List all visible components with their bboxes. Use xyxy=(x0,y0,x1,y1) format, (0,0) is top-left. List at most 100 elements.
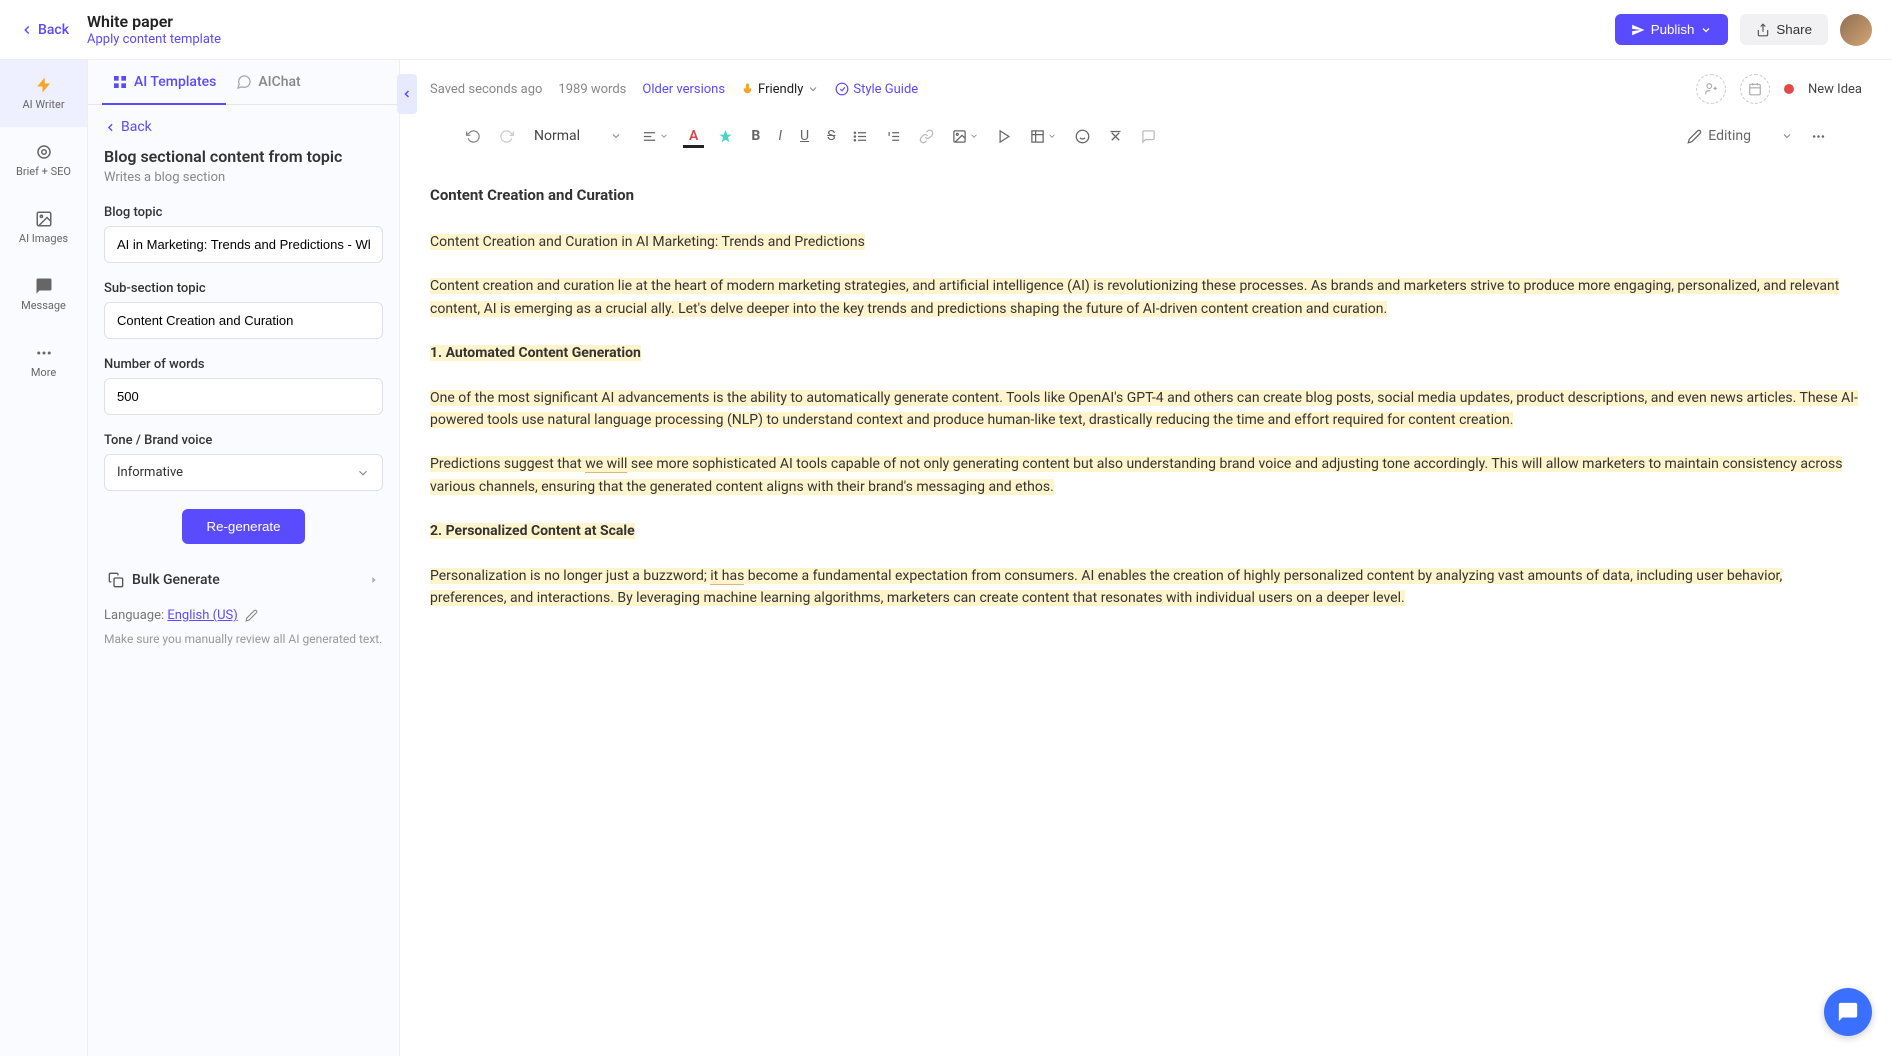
comment-icon xyxy=(1141,129,1156,144)
content-p4-post: see more sophisticated AI tools capable … xyxy=(430,456,1842,494)
dots-icon xyxy=(35,344,53,362)
table-icon xyxy=(1030,129,1045,144)
chat-bubble-button[interactable] xyxy=(1824,988,1872,1036)
tone-select[interactable]: Informative xyxy=(104,454,383,491)
chevron-left-icon xyxy=(20,23,34,37)
sub-section-input[interactable] xyxy=(104,302,383,339)
blog-topic-label: Blog topic xyxy=(104,205,383,220)
rail-label: Brief + SEO xyxy=(16,165,71,178)
add-user-button[interactable] xyxy=(1696,74,1726,104)
link-button[interactable] xyxy=(913,125,940,148)
editor-content[interactable]: Content Creation and Curation Content Cr… xyxy=(400,163,1892,1056)
blog-topic-input[interactable] xyxy=(104,226,383,263)
rail-ai-writer[interactable]: AI Writer xyxy=(0,60,87,127)
table-button[interactable] xyxy=(1024,125,1063,148)
italic-button[interactable]: I xyxy=(772,124,788,148)
editing-label: Editing xyxy=(1708,128,1751,144)
tab-ai-templates[interactable]: AI Templates xyxy=(102,60,226,104)
bold-button[interactable]: B xyxy=(745,124,766,148)
content-heading: Content Creation and Curation xyxy=(430,183,1862,207)
content-h2: 2. Personalized Content at Scale xyxy=(430,523,635,539)
tab-ai-chat[interactable]: AIChat xyxy=(226,60,310,104)
sidebar-back-label: Back xyxy=(121,119,152,135)
avatar[interactable] xyxy=(1840,14,1872,46)
underline-button[interactable]: U xyxy=(794,124,815,148)
align-button[interactable] xyxy=(636,125,675,148)
chevron-left-icon xyxy=(104,121,117,134)
bulk-generate-button[interactable]: Bulk Generate xyxy=(104,562,383,598)
text-color-button[interactable]: A xyxy=(681,124,706,148)
content-p1: Content Creation and Curation in AI Mark… xyxy=(430,234,865,250)
tab-label: AI Templates xyxy=(134,74,216,90)
content-p4-pre: Predictions suggest that xyxy=(430,456,585,472)
content-h1: 1. Automated Content Generation xyxy=(430,345,641,361)
tone-label: Tone / Brand voice xyxy=(104,433,383,448)
publish-label: Publish xyxy=(1651,22,1695,37)
copy-icon xyxy=(108,572,124,588)
sidebar-back-link[interactable]: Back xyxy=(104,119,383,135)
more-button[interactable] xyxy=(1805,125,1832,148)
language-value[interactable]: English (US) xyxy=(167,608,237,623)
emoji-button[interactable] xyxy=(1069,125,1096,148)
template-desc: Writes a blog section xyxy=(104,170,383,185)
rail-ai-images[interactable]: AI Images xyxy=(0,194,87,261)
rail-label: Message xyxy=(21,299,66,312)
rail-label: More xyxy=(31,366,56,379)
undo-button[interactable] xyxy=(460,125,487,148)
chevron-right-icon xyxy=(369,575,379,585)
redo-icon xyxy=(499,129,514,144)
play-icon xyxy=(997,129,1012,144)
redo-button[interactable] xyxy=(493,125,520,148)
publish-button[interactable]: Publish xyxy=(1615,14,1729,45)
calendar-button[interactable] xyxy=(1740,74,1770,104)
edit-icon[interactable] xyxy=(245,609,258,622)
bullet-list-button[interactable] xyxy=(847,125,874,148)
status-label[interactable]: New Idea xyxy=(1808,82,1862,97)
regenerate-button[interactable]: Re-generate xyxy=(182,509,304,544)
pencil-icon xyxy=(1687,129,1702,144)
rail-more[interactable]: More xyxy=(0,328,87,395)
words-input[interactable] xyxy=(104,378,383,415)
number-list-button[interactable] xyxy=(880,125,907,148)
share-button[interactable]: Share xyxy=(1740,14,1828,45)
clear-format-icon xyxy=(1108,129,1123,144)
apply-template-link[interactable]: Apply content template xyxy=(87,32,221,47)
chevron-down-icon xyxy=(659,131,669,141)
strike-button[interactable]: S xyxy=(821,124,841,148)
tone-friendly-button[interactable]: Friendly xyxy=(741,82,819,97)
share-label: Share xyxy=(1776,22,1812,37)
upload-icon xyxy=(1756,23,1770,37)
rail-brief-seo[interactable]: Brief + SEO xyxy=(0,127,87,194)
words-label: Number of words xyxy=(104,357,383,372)
content-p2: Content creation and curation lie at the… xyxy=(430,278,1839,316)
collapse-sidebar-button[interactable] xyxy=(397,74,417,114)
template-title: Blog sectional content from topic xyxy=(104,147,383,166)
back-label: Back xyxy=(38,22,69,38)
back-link[interactable]: Back xyxy=(20,22,69,38)
content-p4-u: we will xyxy=(585,456,627,473)
chevron-down-icon xyxy=(610,130,622,142)
image-button[interactable] xyxy=(946,125,985,148)
style-guide-button[interactable]: Style Guide xyxy=(835,82,918,97)
chevron-down-icon xyxy=(807,83,819,95)
review-note: Make sure you manually review all AI gen… xyxy=(104,631,383,648)
tone-value: Informative xyxy=(117,465,183,480)
highlight-icon xyxy=(718,129,733,144)
sub-section-label: Sub-section topic xyxy=(104,281,383,296)
chevron-down-icon xyxy=(1781,130,1793,142)
video-button[interactable] xyxy=(991,125,1018,148)
page-title: White paper xyxy=(87,12,1615,31)
language-prefix: Language: xyxy=(104,608,167,623)
status-dot xyxy=(1784,84,1794,94)
clear-format-button[interactable] xyxy=(1102,125,1129,148)
editing-mode-button[interactable]: Editing xyxy=(1681,124,1799,148)
tab-label: AIChat xyxy=(258,74,300,90)
comment-button[interactable] xyxy=(1135,125,1162,148)
rail-message[interactable]: Message xyxy=(0,261,87,328)
older-versions-link[interactable]: Older versions xyxy=(642,82,725,97)
image-icon xyxy=(952,129,967,144)
highlight-button[interactable] xyxy=(712,125,739,148)
check-circle-icon xyxy=(835,82,849,96)
format-select[interactable]: Normal xyxy=(526,124,630,148)
chat-icon xyxy=(1837,1001,1859,1023)
